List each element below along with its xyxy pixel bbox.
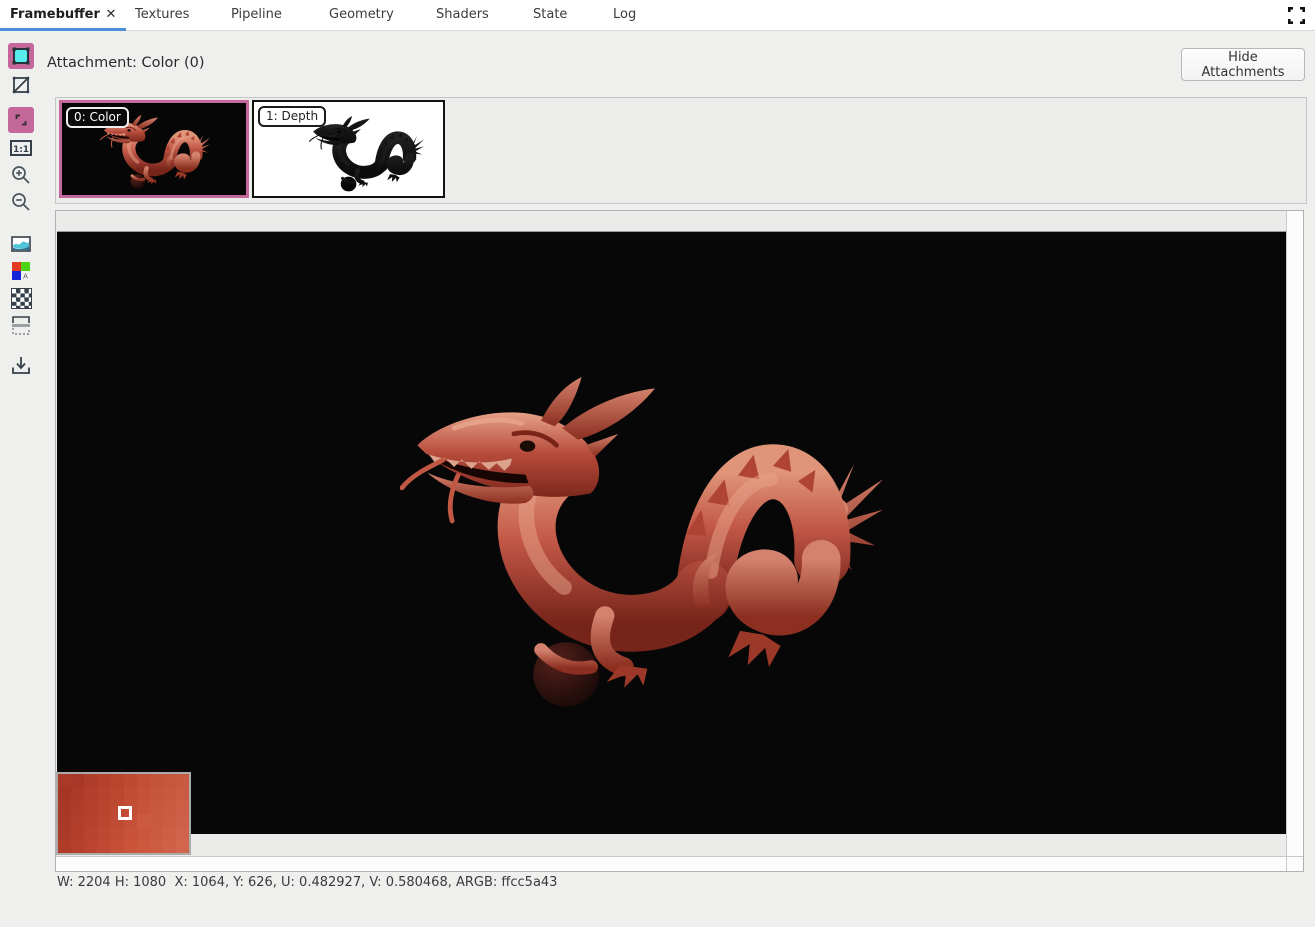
magnifier-pixel: [137, 800, 150, 813]
magnifier-pixel: [97, 827, 110, 840]
tab-geometry[interactable]: Geometry: [329, 7, 394, 22]
magnifier-pixel: [124, 840, 137, 853]
magnifier-pixel: [150, 800, 163, 813]
active-tab-underline: [0, 28, 126, 31]
magnifier-pixel: [163, 814, 176, 827]
magnifier-pixel: [58, 774, 71, 787]
tab-close-icon[interactable]: ✕: [103, 6, 119, 24]
tab-framebuffer[interactable]: Framebuffer: [10, 7, 100, 22]
histogram-icon[interactable]: [8, 231, 34, 257]
tab-shaders[interactable]: Shaders: [436, 7, 489, 22]
magnifier-pixel: [97, 774, 110, 787]
dragon-render-image: [400, 377, 883, 718]
magnifier-pixel: [163, 827, 176, 840]
magnifier-pixel: [110, 840, 123, 853]
magnifier-pixel: [176, 814, 189, 827]
framebuffer-scroll-area: [55, 210, 1304, 872]
tab-state[interactable]: State: [533, 7, 567, 22]
magnifier-pixel: [124, 774, 137, 787]
magnifier-pixel: [84, 840, 97, 853]
zoom-in-icon[interactable]: [8, 162, 34, 188]
magnifier-pixel: [176, 787, 189, 800]
hide-attachments-button[interactable]: Hide Attachments: [1181, 48, 1305, 81]
magnifier-pixel: [163, 840, 176, 853]
magnifier-pixel: [150, 814, 163, 827]
attachment-title: Attachment: Color (0): [47, 55, 205, 71]
tab-log[interactable]: Log: [613, 7, 636, 22]
magnifier-pixel: [124, 787, 137, 800]
zoom-actual-1-1-icon[interactable]: 1:1: [8, 135, 34, 161]
channels-rgba-icon[interactable]: A: [8, 258, 34, 284]
view-texture-icon[interactable]: [8, 43, 34, 69]
magnifier-pixel: [137, 814, 150, 827]
vertical-scrollbar[interactable]: [1286, 211, 1303, 856]
view-wireframe-icon[interactable]: [8, 72, 34, 98]
status-bar-readout: W: 2204 H: 1080 X: 1064, Y: 626, U: 0.48…: [57, 875, 557, 890]
magnifier-pixel: [71, 787, 84, 800]
magnifier-pixel: [84, 787, 97, 800]
magnifier-pixel: [84, 774, 97, 787]
attachment-thumb-label: 0: Color: [66, 107, 129, 128]
magnifier-pixel: [150, 840, 163, 853]
framebuffer-viewer-window: Framebuffer ✕ Textures Pipeline Geometry…: [0, 0, 1315, 927]
alpha-checkerboard-icon[interactable]: [8, 285, 34, 311]
magnifier-pixel: [97, 814, 110, 827]
pixel-magnifier-overlay: [56, 772, 191, 855]
magnifier-pixel: [150, 774, 163, 787]
magnifier-pixel: [137, 827, 150, 840]
save-image-icon[interactable]: [8, 352, 34, 378]
magnifier-pixel: [71, 827, 84, 840]
magnifier-pixel: [110, 787, 123, 800]
magnifier-pixel: [110, 827, 123, 840]
magnifier-pixel: [58, 827, 71, 840]
magnifier-pixel: [58, 840, 71, 853]
flip-vertical-icon[interactable]: [8, 312, 34, 338]
magnifier-pixel: [124, 827, 137, 840]
magnifier-pixel: [137, 774, 150, 787]
attachment-thumb-label: 1: Depth: [258, 106, 326, 127]
magnifier-pixel: [97, 800, 110, 813]
fullscreen-corners-icon[interactable]: [1288, 7, 1305, 24]
magnifier-pixel: [150, 787, 163, 800]
attachment-thumb-depth[interactable]: 1: Depth: [252, 100, 445, 198]
magnifier-pixel: [150, 827, 163, 840]
horizontal-scrollbar[interactable]: [56, 856, 1287, 871]
magnifier-pixel: [71, 840, 84, 853]
tab-bar: Framebuffer ✕ Textures Pipeline Geometry…: [0, 0, 1315, 31]
picked-pixel-marker: [118, 806, 132, 820]
magnifier-pixel: [163, 800, 176, 813]
zoom-fit-icon[interactable]: [8, 107, 34, 133]
scrollbar-corner: [1286, 856, 1303, 871]
magnifier-pixel: [163, 787, 176, 800]
magnifier-pixel: [176, 774, 189, 787]
magnifier-pixel: [84, 827, 97, 840]
attachment-thumbnail-strip: 0: Color 1: Depth: [55, 97, 1307, 204]
tab-textures[interactable]: Textures: [135, 7, 189, 22]
zoom-out-icon[interactable]: [8, 189, 34, 215]
magnifier-pixel: [137, 787, 150, 800]
magnifier-pixel: [97, 787, 110, 800]
framebuffer-image-canvas[interactable]: [57, 231, 1287, 834]
tab-pipeline[interactable]: Pipeline: [231, 7, 282, 22]
magnifier-pixel: [58, 814, 71, 827]
magnifier-pixel: [58, 800, 71, 813]
dragon-depth-thumbnail-art: [309, 116, 424, 194]
magnifier-pixel: [71, 800, 84, 813]
magnifier-pixel: [58, 787, 71, 800]
magnifier-pixel: [84, 800, 97, 813]
magnifier-pixel: [163, 774, 176, 787]
magnifier-pixel: [176, 840, 189, 853]
magnifier-pixel: [110, 774, 123, 787]
attachment-thumb-color[interactable]: 0: Color: [59, 100, 249, 198]
magnifier-pixel: [71, 814, 84, 827]
magnifier-pixel: [71, 774, 84, 787]
one-to-one-label: 1:1: [13, 145, 29, 155]
magnifier-pixel: [84, 814, 97, 827]
magnifier-pixel: [97, 840, 110, 853]
svg-text:A: A: [23, 273, 28, 281]
magnifier-pixel: [176, 827, 189, 840]
magnifier-pixel: [176, 800, 189, 813]
magnifier-pixel: [137, 840, 150, 853]
